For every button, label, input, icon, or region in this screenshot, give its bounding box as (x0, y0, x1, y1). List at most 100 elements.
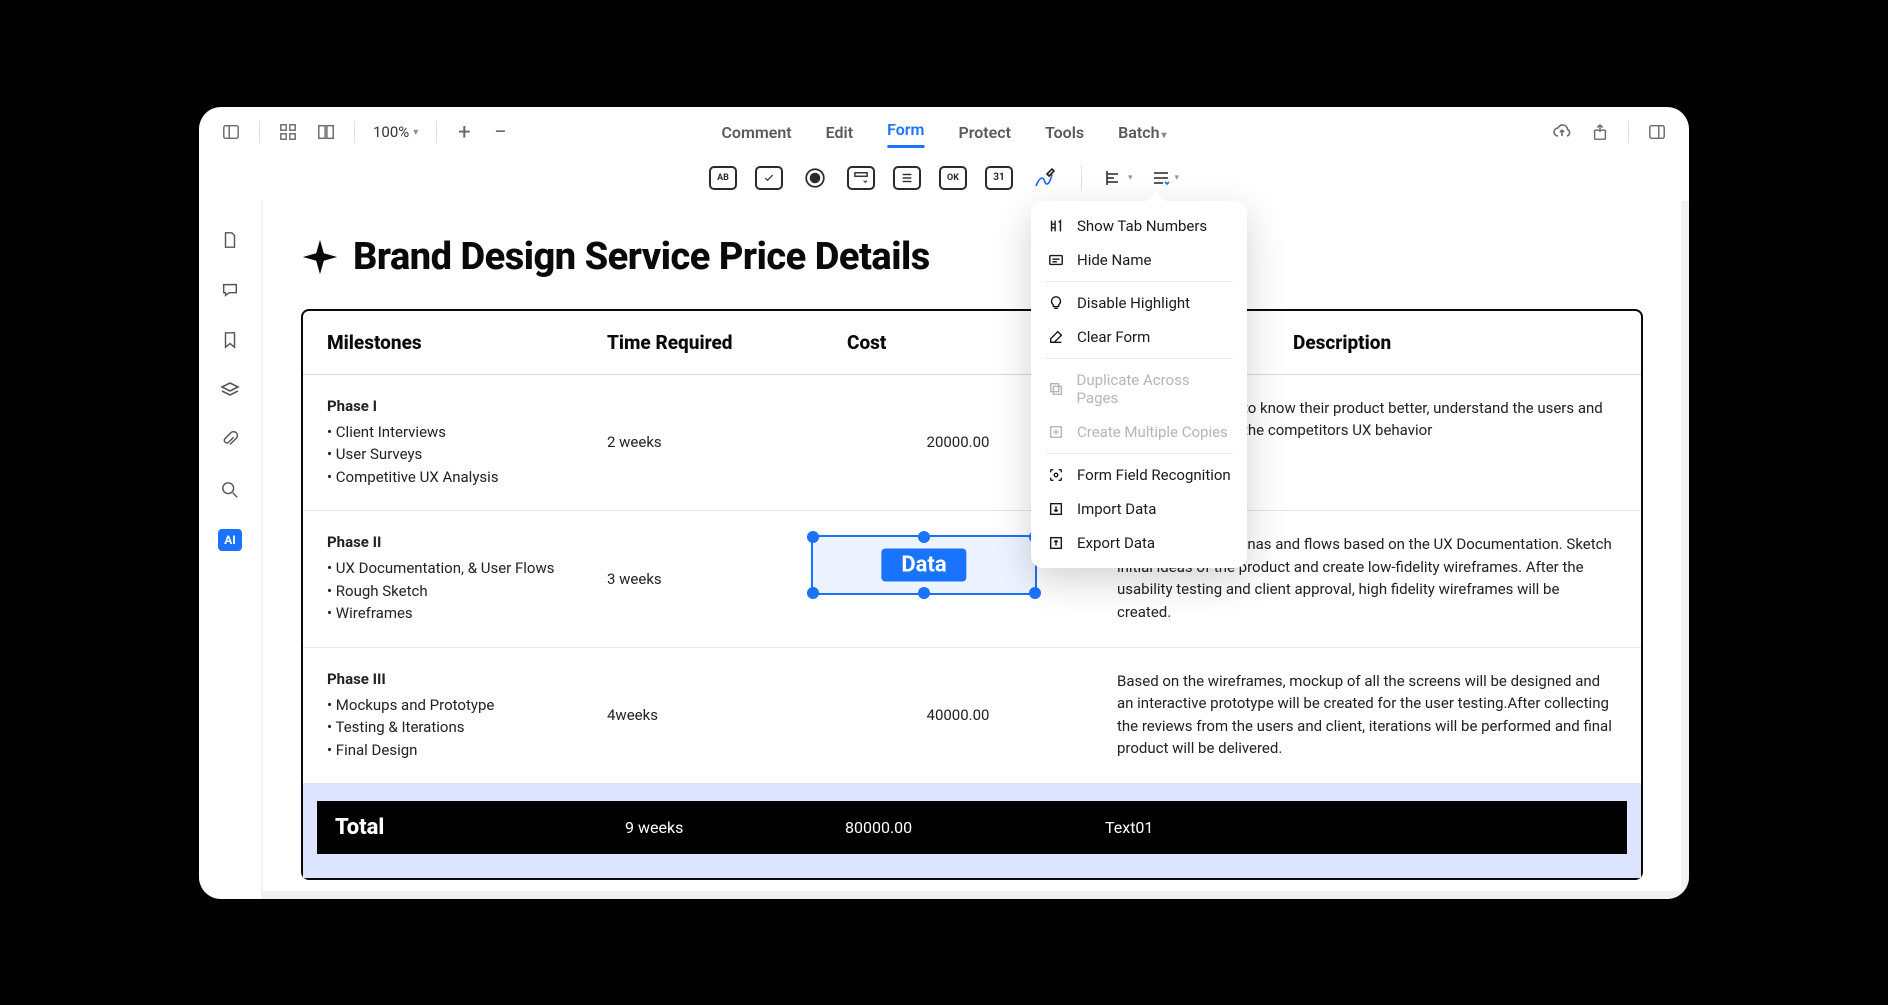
cloud-upload-icon[interactable] (1552, 122, 1572, 142)
menu-form-field-recognition[interactable]: Form Field Recognition (1031, 458, 1247, 492)
sparkle-icon (301, 238, 339, 276)
name-icon (1047, 251, 1065, 269)
time-cell: 3 weeks (583, 511, 823, 647)
signature-tool[interactable] (1031, 166, 1059, 190)
left-rail: AI (199, 201, 261, 899)
milestones-cell: Phase I Client Interviews User Surveys C… (303, 375, 583, 511)
menu-duplicate-across-pages: Duplicate Across Pages (1031, 363, 1247, 415)
resize-handle[interactable] (807, 587, 819, 599)
col-milestones: Milestones (303, 311, 583, 374)
total-row-wrap: Total 9 weeks 80000.00 Text01 (303, 783, 1641, 878)
menu-edit[interactable]: Edit (826, 119, 853, 146)
menu-tools[interactable]: Tools (1045, 119, 1084, 146)
menu-show-tab-numbers[interactable]: Show Tab Numbers (1031, 209, 1247, 243)
align-tool[interactable]: ▾ (1104, 168, 1133, 188)
app-window: 100% ▾ + − Comment Edit Form Protect Too… (199, 107, 1689, 899)
resize-handle[interactable] (1029, 587, 1041, 599)
separator (436, 121, 437, 143)
cost-cell: 40000.00 (823, 648, 1093, 784)
sidebar-toggle-icon[interactable] (221, 122, 241, 142)
import-icon (1047, 500, 1065, 518)
separator (1628, 121, 1629, 143)
menu-clear-form[interactable]: Clear Form (1031, 320, 1247, 354)
top-toolbar: 100% ▾ + − Comment Edit Form Protect Too… (199, 107, 1689, 159)
zoom-value: 100% (373, 123, 409, 141)
right-panel-toggle-icon[interactable] (1647, 122, 1667, 142)
menu-batch[interactable]: Batch▾ (1118, 119, 1166, 146)
chevron-down-icon: ▾ (413, 127, 418, 138)
form-toolbar: AB OK 31 ▾ ▾ (199, 159, 1689, 201)
total-time: 9 weeks (607, 804, 827, 851)
comment-icon[interactable] (219, 279, 241, 301)
share-icon[interactable] (1590, 122, 1610, 142)
table-row: Phase III Mockups and Prototype Testing … (303, 648, 1641, 784)
zoom-selector[interactable]: 100% ▾ (373, 123, 418, 141)
table-row: Phase I Client Interviews User Surveys C… (303, 375, 1641, 512)
numbers-icon (1047, 217, 1065, 235)
menu-form[interactable]: Form (887, 116, 924, 148)
toolbar-right (1552, 121, 1667, 143)
page-icon[interactable] (219, 229, 241, 251)
time-cell: 4weeks (583, 648, 823, 784)
total-label: Total (317, 801, 607, 854)
export-icon (1047, 534, 1065, 552)
separator (1081, 165, 1082, 191)
bookmark-icon[interactable] (219, 329, 241, 351)
table-row: Phase II UX Documentation, & User Flows … (303, 511, 1641, 648)
resize-handle[interactable] (807, 531, 819, 543)
recognize-icon (1047, 466, 1065, 484)
chevron-down-icon: ▾ (1175, 173, 1180, 183)
highlight-icon (1047, 294, 1065, 312)
selected-form-field[interactable]: Data (811, 535, 1037, 595)
table-header: Milestones Time Required Cost Descriptio… (303, 311, 1641, 375)
thumbnails-grid-icon[interactable] (278, 122, 298, 142)
menu-comment[interactable]: Comment (721, 119, 791, 146)
resize-handle[interactable] (918, 587, 930, 599)
chevron-down-icon: ▾ (1162, 130, 1167, 141)
time-cell: 2 weeks (583, 375, 823, 511)
two-page-icon[interactable] (316, 122, 336, 142)
menu-hide-name[interactable]: Hide Name (1031, 243, 1247, 277)
form-options-tool[interactable]: ▾ (1151, 168, 1180, 188)
checkbox-tool[interactable] (755, 166, 783, 190)
document-title: Brand Design Service Price Details (353, 235, 930, 279)
erase-icon (1047, 328, 1065, 346)
main-row: AI Brand Design Service Price Details Mi… (199, 201, 1689, 899)
listbox-tool[interactable] (893, 166, 921, 190)
separator (1045, 281, 1233, 282)
duplicate-icon (1047, 380, 1065, 398)
text-field-tool[interactable]: AB (709, 166, 737, 190)
layers-icon[interactable] (219, 379, 241, 401)
date-field-tool[interactable]: 31 (985, 166, 1013, 190)
desc-cell: Based on the wireframes, mockup of all t… (1093, 648, 1641, 784)
chevron-down-icon: ▾ (1128, 173, 1133, 183)
milestones-cell: Phase II UX Documentation, & User Flows … (303, 511, 583, 647)
menu-import-data[interactable]: Import Data (1031, 492, 1247, 526)
zoom-out-button[interactable]: − (491, 120, 509, 145)
separator (1045, 358, 1233, 359)
dropdown-tool[interactable] (847, 166, 875, 190)
attachment-icon[interactable] (219, 429, 241, 451)
total-cost: 80000.00 (827, 804, 1087, 851)
menu-disable-highlight[interactable]: Disable Highlight (1031, 286, 1247, 320)
menu-create-multiple-copies: Create Multiple Copies (1031, 415, 1247, 449)
resize-handle[interactable] (918, 531, 930, 543)
button-tool[interactable]: OK (939, 166, 967, 190)
menu-export-data[interactable]: Export Data (1031, 526, 1247, 560)
menu-protect[interactable]: Protect (958, 119, 1011, 146)
title-row: Brand Design Service Price Details (301, 235, 1643, 279)
document-canvas[interactable]: Brand Design Service Price Details Miles… (261, 201, 1689, 899)
form-options-menu: Show Tab Numbers Hide Name Disable Highl… (1031, 201, 1247, 568)
field-label: Data (881, 549, 966, 582)
toolbar-left: 100% ▾ + − (221, 120, 509, 145)
milestones-cell: Phase III Mockups and Prototype Testing … (303, 648, 583, 784)
page: Brand Design Service Price Details Miles… (263, 201, 1681, 891)
separator (259, 121, 260, 143)
search-icon[interactable] (219, 479, 241, 501)
price-table: Milestones Time Required Cost Descriptio… (301, 309, 1643, 881)
total-desc: Text01 (1087, 804, 1627, 851)
zoom-in-button[interactable]: + (455, 120, 473, 145)
separator (1045, 453, 1233, 454)
radio-tool[interactable] (801, 166, 829, 190)
ai-button[interactable]: AI (218, 529, 242, 551)
